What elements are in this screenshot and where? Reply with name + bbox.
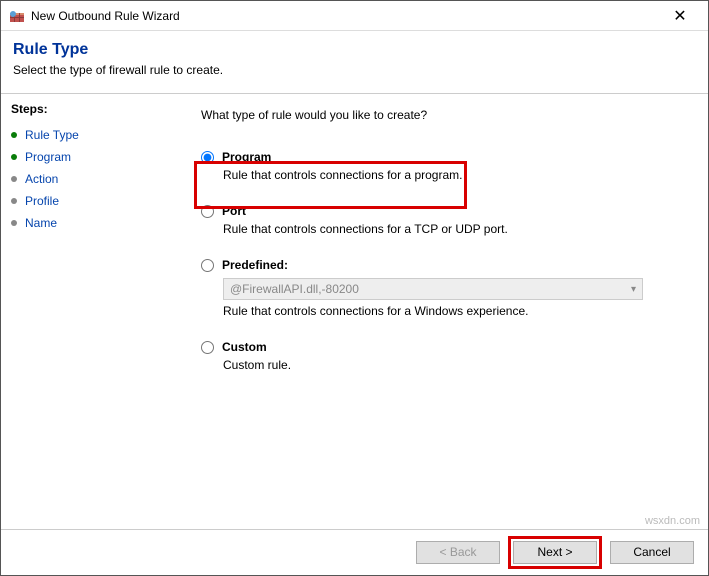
step-label: Action <box>25 172 58 186</box>
option-custom: Custom Custom rule. <box>201 340 688 372</box>
step-bullet-icon <box>11 176 17 182</box>
predefined-dropdown-value: @FirewallAPI.dll,-80200 <box>230 282 359 296</box>
option-predefined-desc: Rule that controls connections for a Win… <box>223 304 688 318</box>
option-port-desc: Rule that controls connections for a TCP… <box>223 222 688 236</box>
window-title: New Outbound Rule Wizard <box>31 9 660 23</box>
option-predefined-row[interactable]: Predefined: <box>201 258 688 272</box>
chevron-down-icon: ▾ <box>631 284 636 295</box>
predefined-dropdown: @FirewallAPI.dll,-80200 ▾ <box>223 278 643 300</box>
steps-sidebar: Steps: Rule Type Program Action Profile … <box>1 94 161 529</box>
step-bullet-icon <box>11 132 17 138</box>
step-label: Rule Type <box>25 128 79 142</box>
step-name[interactable]: Name <box>11 212 151 234</box>
titlebar: New Outbound Rule Wizard ✕ <box>1 1 708 31</box>
option-port-row[interactable]: Port <box>201 204 688 218</box>
wizard-body: Steps: Rule Type Program Action Profile … <box>1 94 708 529</box>
option-program: Program Rule that controls connections f… <box>201 150 688 182</box>
step-bullet-icon <box>11 220 17 226</box>
page-title: Rule Type <box>13 41 696 59</box>
cancel-button[interactable]: Cancel <box>610 541 694 564</box>
back-button: < Back <box>416 541 500 564</box>
steps-heading: Steps: <box>11 102 151 116</box>
step-label: Name <box>25 216 57 230</box>
highlight-box-next: Next > <box>508 536 602 569</box>
option-port-name: Port <box>222 204 246 218</box>
option-program-row[interactable]: Program <box>201 150 688 164</box>
content-pane: What type of rule would you like to crea… <box>161 94 708 529</box>
option-program-desc: Rule that controls connections for a pro… <box>223 168 688 182</box>
radio-custom[interactable] <box>201 341 214 354</box>
radio-port[interactable] <box>201 205 214 218</box>
wizard-header: Rule Type Select the type of firewall ru… <box>1 31 708 85</box>
step-bullet-icon <box>11 154 17 160</box>
step-action[interactable]: Action <box>11 168 151 190</box>
footer: < Back Next > Cancel <box>1 529 708 575</box>
watermark-text: wsxdn.com <box>645 515 700 527</box>
close-button[interactable]: ✕ <box>660 6 700 26</box>
option-program-name: Program <box>222 150 271 164</box>
option-predefined-name: Predefined: <box>222 258 288 272</box>
page-subtitle: Select the type of firewall rule to crea… <box>13 63 696 77</box>
prompt-text: What type of rule would you like to crea… <box>201 108 688 122</box>
step-bullet-icon <box>11 198 17 204</box>
option-custom-desc: Custom rule. <box>223 358 688 372</box>
option-port: Port Rule that controls connections for … <box>201 204 688 236</box>
step-rule-type[interactable]: Rule Type <box>11 124 151 146</box>
next-button[interactable]: Next > <box>513 541 597 564</box>
radio-predefined[interactable] <box>201 259 214 272</box>
option-custom-name: Custom <box>222 340 267 354</box>
step-label: Profile <box>25 194 59 208</box>
option-predefined: Predefined: @FirewallAPI.dll,-80200 ▾ Ru… <box>201 258 688 318</box>
firewall-icon <box>9 8 25 24</box>
option-custom-row[interactable]: Custom <box>201 340 688 354</box>
step-profile[interactable]: Profile <box>11 190 151 212</box>
step-label: Program <box>25 150 71 164</box>
step-program[interactable]: Program <box>11 146 151 168</box>
radio-program[interactable] <box>201 151 214 164</box>
